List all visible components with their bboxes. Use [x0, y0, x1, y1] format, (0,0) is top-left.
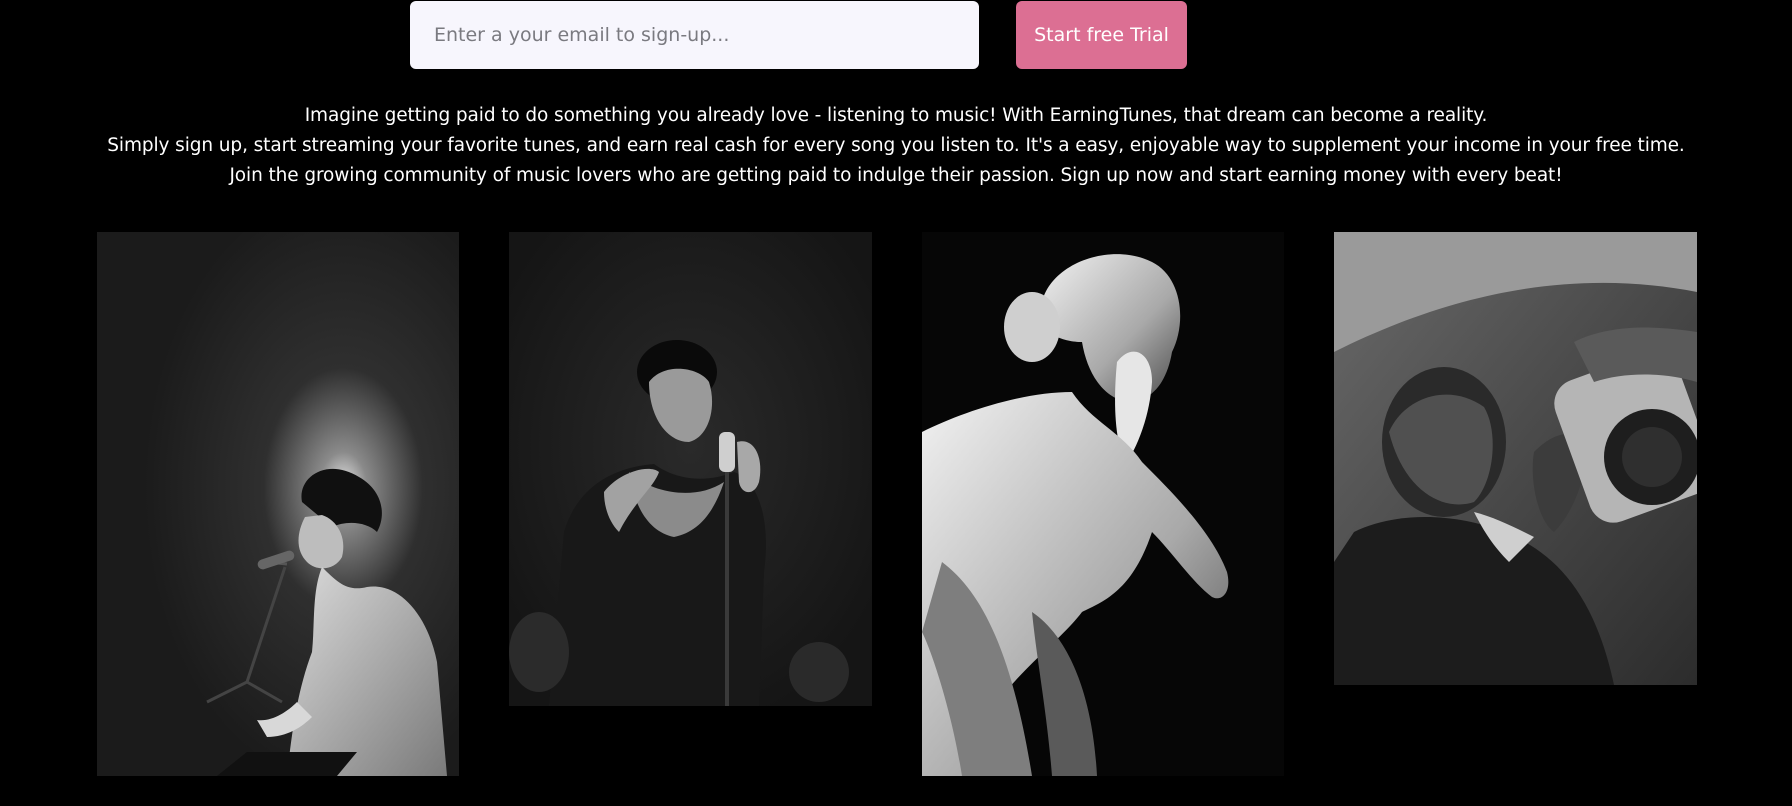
- page: Start free Trial Imagine getting paid to…: [0, 0, 1792, 806]
- photo-jazz-singer: [509, 232, 872, 706]
- statue-image: [922, 232, 1284, 776]
- jazz-singer-image: [509, 232, 872, 706]
- start-free-trial-button[interactable]: Start free Trial: [1016, 1, 1187, 69]
- photo-singer-microphone: [97, 232, 459, 776]
- intro-line: Imagine getting paid to do something you…: [304, 105, 1488, 126]
- intro-text: Imagine getting paid to do something you…: [0, 101, 1792, 191]
- photo-marble-statue: [922, 232, 1284, 776]
- signup-form: Start free Trial: [410, 1, 1187, 69]
- singer-image: [97, 232, 459, 776]
- email-input[interactable]: [410, 1, 979, 69]
- photo-boombox-listener: [1334, 232, 1697, 685]
- intro-line: Join the growing community of music love…: [229, 165, 1563, 186]
- boombox-listener-image: [1334, 232, 1697, 685]
- intro-line: Simply sign up, start streaming your fav…: [107, 135, 1685, 156]
